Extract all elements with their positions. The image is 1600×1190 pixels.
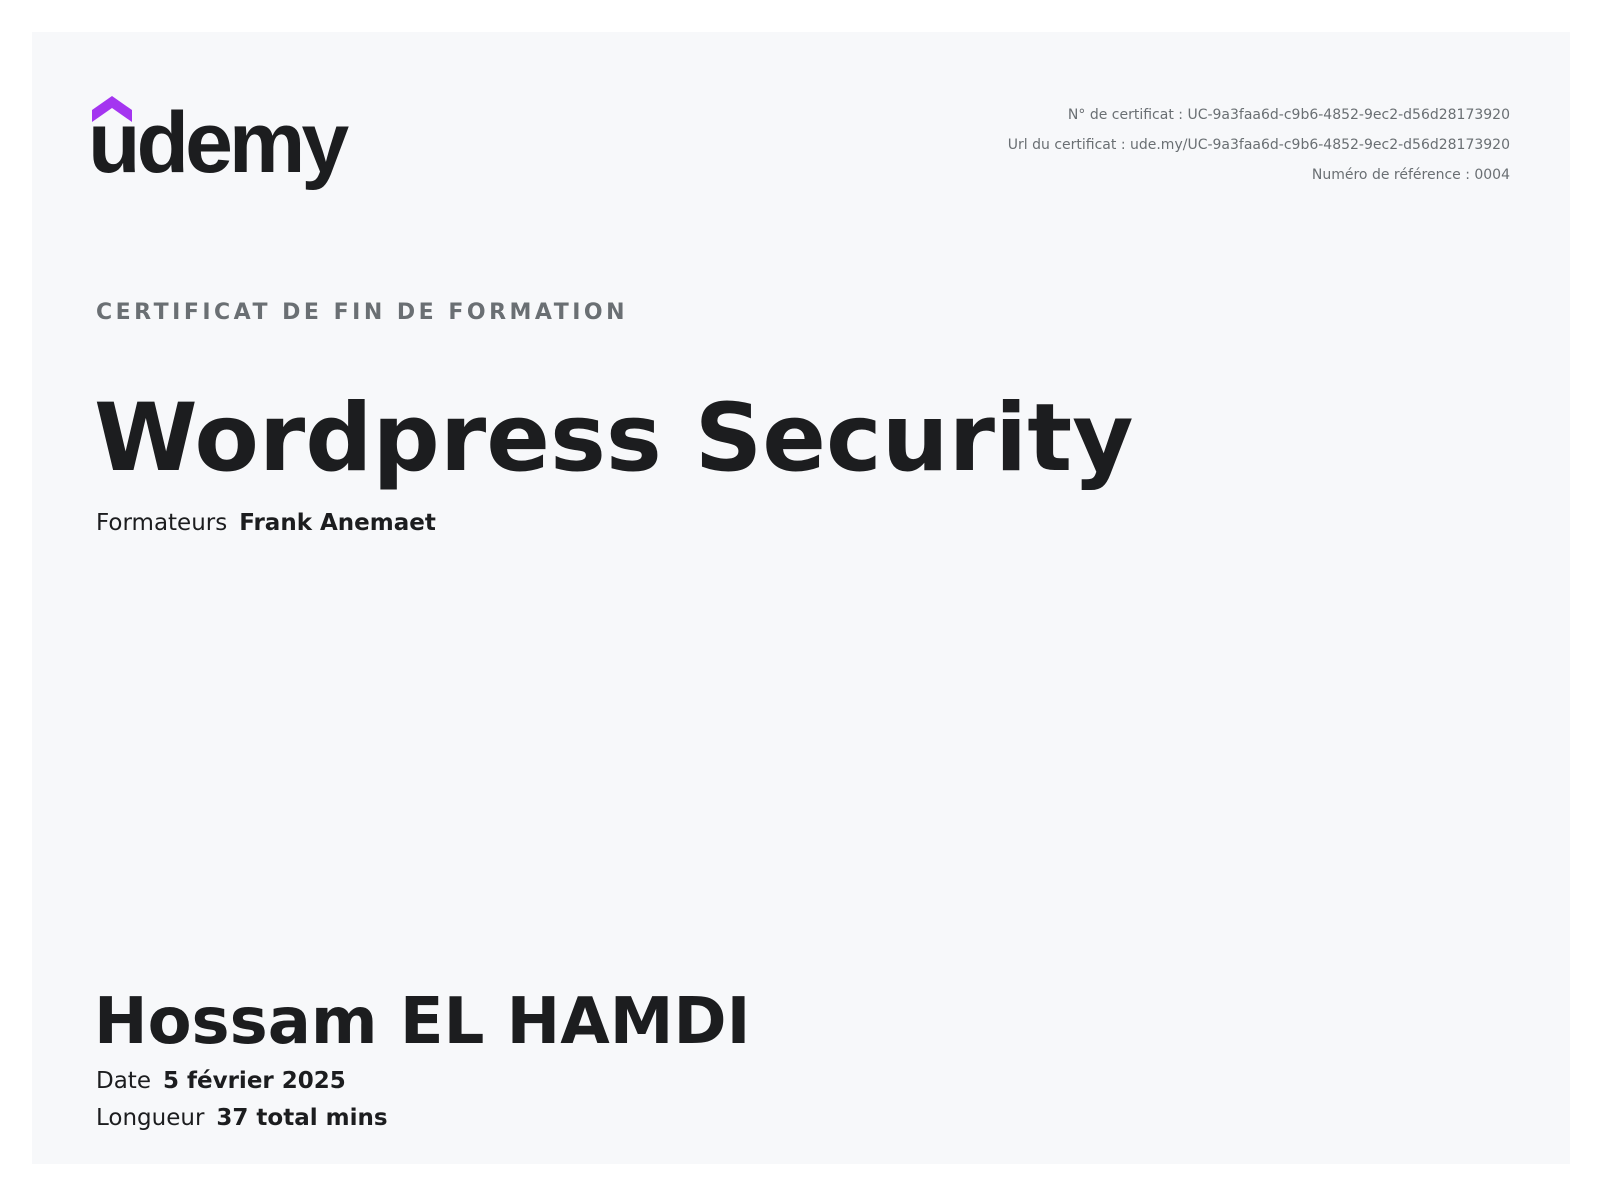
length-value: 37 total mins <box>216 1105 388 1131</box>
instructors-label: Formateurs <box>96 510 228 536</box>
certificate-info: N° de certificat : UC-9a3faa6d-c9b6-4852… <box>1008 100 1510 190</box>
udemy-logo: udemy <box>92 95 353 191</box>
instructor-name: Frank Anemaet <box>239 510 436 536</box>
certificate-kicker: CERTIFICAT DE FIN DE FORMATION <box>96 300 629 325</box>
svg-text:udemy: udemy <box>92 95 349 191</box>
course-length: Longueur 37 total mins <box>96 1105 388 1131</box>
instructors: Formateurs Frank Anemaet <box>96 510 436 536</box>
course-title: Wordpress Security <box>94 384 1134 493</box>
completion-date: Date 5 février 2025 <box>96 1068 346 1094</box>
date-label: Date <box>96 1068 151 1094</box>
certificate-url: Url du certificat : ude.my/UC-9a3faa6d-c… <box>1007 137 1510 153</box>
student-name: Hossam EL HAMDI <box>94 985 751 1059</box>
certificate-sheet: udemy N° de certificat : UC-9a3faa6d-c9b… <box>32 32 1570 1164</box>
certificate-number: N° de certificat : UC-9a3faa6d-c9b6-4852… <box>1067 107 1510 123</box>
date-value: 5 février 2025 <box>162 1068 346 1094</box>
length-label: Longueur <box>96 1105 205 1131</box>
reference-number: Numéro de référence : 0004 <box>1311 167 1510 183</box>
